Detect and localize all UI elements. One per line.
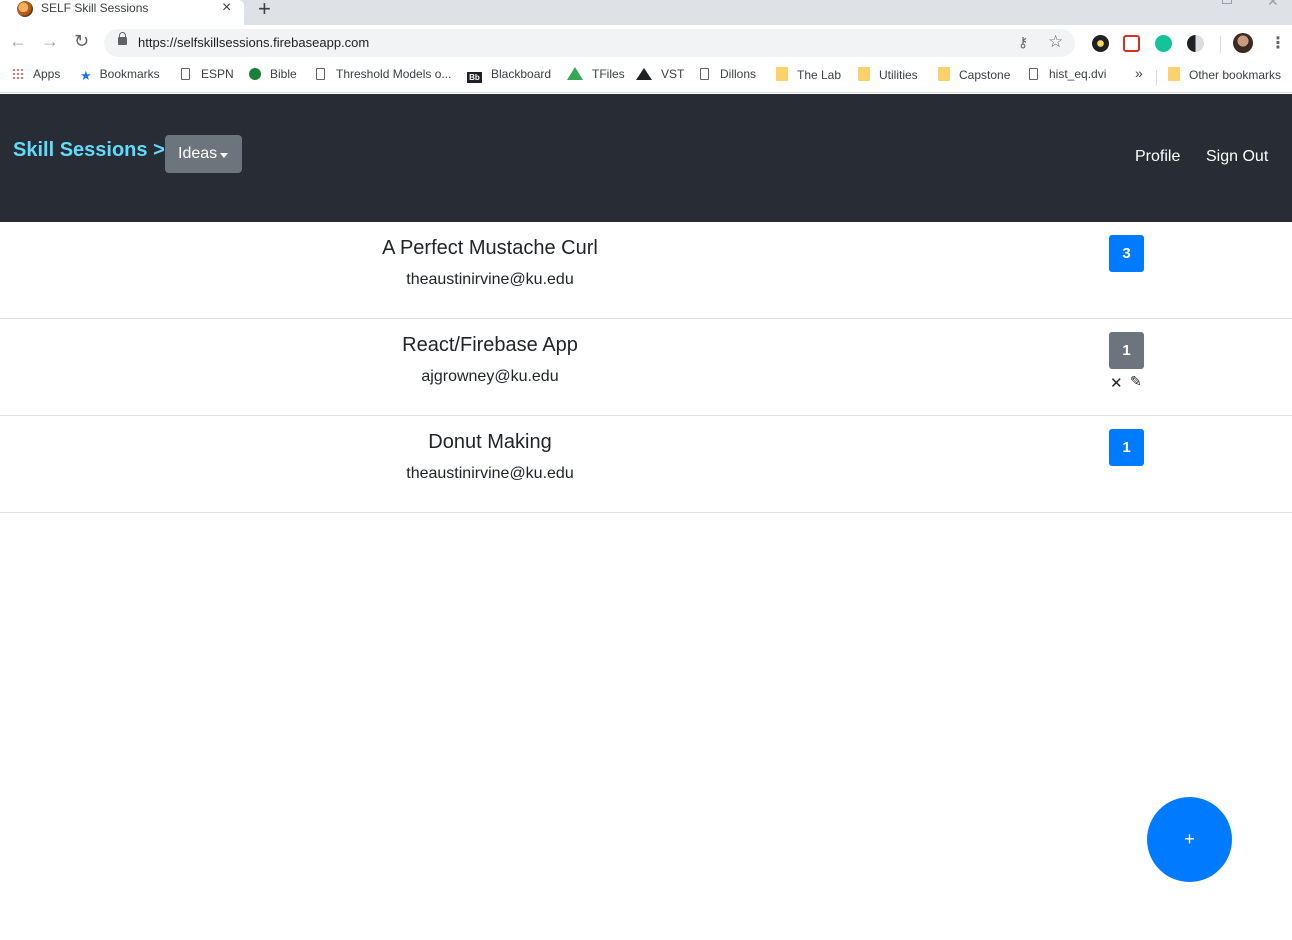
bookmark-other-bookmarks[interactable]: Other bookmarks — [1168, 67, 1281, 82]
brand-link[interactable]: Skill Sessions > > — [13, 139, 182, 162]
tab-close-icon[interactable]: × — [222, 0, 231, 17]
browser-tab[interactable]: SELF Skill Sessions × — [0, 0, 244, 25]
sign-out-link[interactable]: Sign Out — [1206, 148, 1268, 166]
url-text[interactable]: https://selfskillsessions.firebaseapp.co… — [138, 35, 369, 50]
idea-author-email: theaustinirvine@ku.edu — [406, 271, 574, 288]
reload-icon[interactable]: ↻ — [74, 31, 89, 52]
back-arrow-icon[interactable]: ← — [9, 31, 27, 52]
page-icon — [181, 68, 190, 80]
vote-button[interactable]: 3 — [1109, 235, 1144, 272]
bookmark-tfiles[interactable]: TFiles — [567, 67, 625, 81]
idea-title: A Perfect Mustache Curl — [382, 237, 598, 259]
add-idea-button[interactable]: + — [1147, 797, 1232, 882]
bookmark-bible[interactable]: Bible — [249, 67, 297, 81]
idea-row: Donut Making theaustinirvine@ku.edu 1 — [0, 416, 1292, 513]
idea-title: React/Firebase App — [402, 334, 578, 356]
app-navbar: Skill Sessions > > Ideas Profile Sign Ou… — [0, 94, 1292, 222]
google-drive-icon — [567, 67, 583, 80]
idea-title: Donut Making — [428, 431, 552, 453]
idea-row: React/Firebase App ajgrowney@ku.edu 1 ✕ … — [0, 319, 1292, 416]
idea-row: A Perfect Mustache Curl theaustinirvine@… — [0, 222, 1292, 319]
ideas-dropdown-label: Ideas — [178, 145, 218, 162]
grammarly-icon[interactable] — [1155, 35, 1172, 52]
browser-toolbar: ← → ↻ https://selfskillsessions.firebase… — [0, 25, 1292, 62]
bookmark-threshold-models[interactable]: Threshold Models o... — [316, 67, 451, 81]
bookmark-vst[interactable]: VST — [636, 67, 684, 81]
idea-author-email: ajgrowney@ku.edu — [421, 368, 559, 385]
vote-button[interactable]: 1 — [1109, 429, 1144, 466]
toolbar-divider — [1220, 36, 1221, 53]
site-favicon-icon — [17, 1, 33, 17]
window-close-icon[interactable]: ✕ — [1267, 0, 1279, 10]
profile-avatar[interactable] — [1233, 33, 1253, 53]
bookmark-the-lab[interactable]: The Lab — [776, 67, 841, 82]
tab-title: SELF Skill Sessions — [41, 1, 149, 15]
extension-camera-icon[interactable] — [1092, 35, 1109, 52]
vst-icon — [636, 68, 652, 80]
vote-button[interactable]: 1 — [1109, 332, 1144, 369]
kebab-menu-icon[interactable]: ⋮ — [1270, 33, 1286, 53]
new-tab-icon[interactable]: + — [258, 0, 271, 22]
page-icon — [700, 68, 709, 80]
key-icon[interactable]: ⚷ — [1018, 34, 1028, 51]
bookmarks-bar: Apps ★ Bookmarks ESPN Bible Threshold Mod… — [0, 62, 1292, 93]
bookmark-star-icon[interactable]: ☆ — [1048, 32, 1063, 52]
browser-tab-strip: SELF Skill Sessions × + ✕ — [0, 0, 1292, 25]
globe-icon — [249, 68, 261, 80]
bookmark-dillons[interactable]: Dillons — [700, 67, 756, 81]
lock-icon[interactable] — [118, 32, 127, 45]
page-icon — [316, 68, 325, 80]
folder-icon — [858, 67, 870, 81]
ideas-dropdown-button[interactable]: Ideas — [165, 135, 242, 173]
caret-down-icon — [220, 153, 228, 158]
bookmarks-overflow-icon[interactable]: » — [1135, 65, 1143, 81]
bookmark-utilities[interactable]: Utilities — [858, 67, 918, 82]
bookmark-hist-eq[interactable]: hist_eq.dvi — [1029, 67, 1106, 81]
profile-link[interactable]: Profile — [1135, 148, 1180, 166]
bookmark-espn[interactable]: ESPN — [181, 67, 234, 81]
page-icon — [1029, 68, 1038, 80]
star-icon: ★ — [80, 68, 92, 83]
address-bar[interactable]: https://selfskillsessions.firebaseapp.co… — [104, 29, 1075, 57]
bookmark-capstone[interactable]: Capstone — [938, 67, 1010, 82]
bookmark-apps[interactable]: Apps — [12, 67, 60, 81]
window-maximize-icon[interactable] — [1222, 0, 1232, 4]
folder-icon — [938, 67, 950, 81]
extension-shield-icon[interactable] — [1123, 35, 1140, 52]
bookmark-bookmarks[interactable]: ★ Bookmarks — [80, 67, 160, 83]
delete-icon[interactable]: ✕ — [1110, 374, 1123, 392]
edit-pencil-icon[interactable]: ✎ — [1130, 373, 1142, 390]
bookmarks-divider — [1156, 70, 1157, 86]
forward-arrow-icon[interactable]: → — [41, 31, 59, 52]
dark-mode-icon[interactable] — [1187, 35, 1204, 52]
idea-author-email: theaustinirvine@ku.edu — [406, 465, 574, 482]
folder-icon — [776, 67, 788, 81]
apps-grid-icon — [12, 68, 24, 80]
folder-icon — [1168, 67, 1180, 81]
blackboard-icon: Bb — [467, 72, 482, 83]
bookmark-blackboard[interactable]: Bb Blackboard — [467, 67, 551, 83]
